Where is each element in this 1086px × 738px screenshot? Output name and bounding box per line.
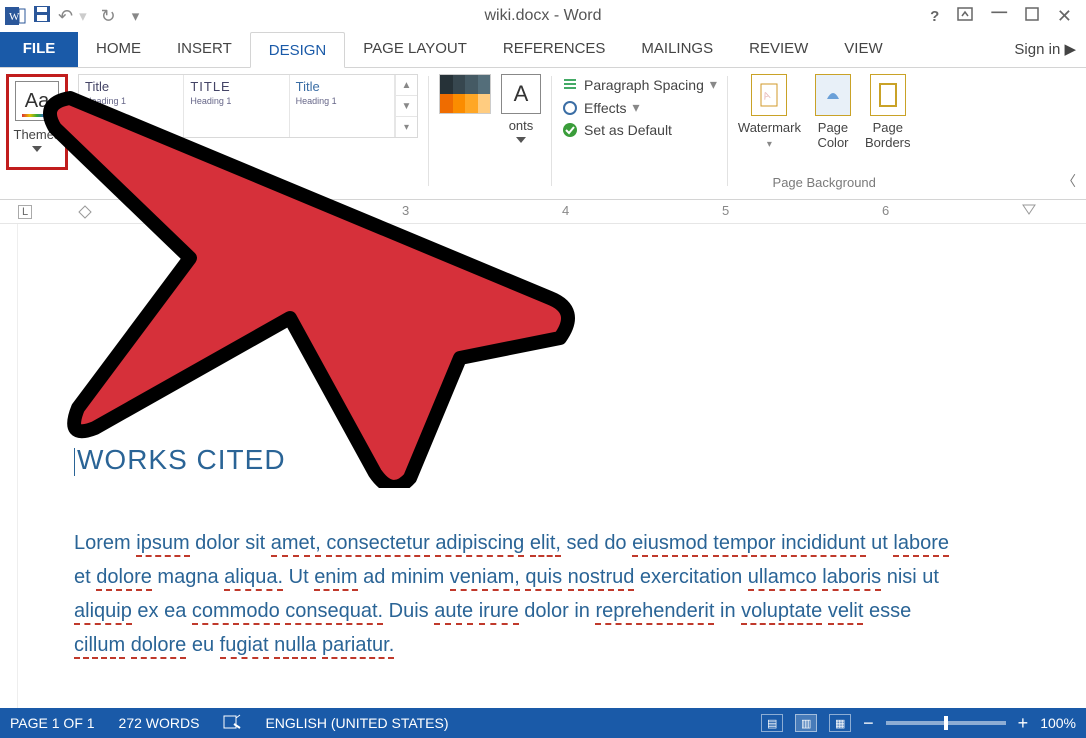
zoom-out-button[interactable]: − [863, 713, 874, 734]
set-as-default-button[interactable]: Set as Default [562, 122, 717, 138]
close-icon[interactable]: ✕ [1057, 6, 1072, 27]
themes-icon: Aa [15, 81, 59, 121]
vertical-ruler[interactable] [0, 224, 18, 708]
fonts-label: onts [509, 118, 534, 133]
document-formatting-label: g [244, 175, 251, 194]
zoom-slider[interactable] [886, 721, 1006, 725]
doc-paragraph[interactable]: Lorem ipsum dolor sit amet, consectetur … [74, 526, 954, 662]
fonts-button[interactable]: A [501, 74, 541, 114]
svg-text:W: W [9, 11, 20, 23]
ribbon-options-icon[interactable] [957, 7, 973, 25]
proofing-icon[interactable] [223, 714, 241, 733]
tab-mailings[interactable]: MAILINGS [623, 31, 731, 67]
tab-file[interactable]: FILE [0, 31, 78, 67]
save-icon[interactable] [32, 4, 52, 28]
gallery-up-icon[interactable]: ▲ [396, 75, 417, 96]
status-bar: PAGE 1 OF 1 272 WORDS ENGLISH (UNITED ST… [0, 708, 1086, 738]
style-card[interactable]: Title Heading 1 [79, 75, 184, 137]
themes-button[interactable]: Aa Themes [6, 74, 68, 170]
right-indent-marker-icon[interactable] [1022, 204, 1036, 218]
read-mode-icon[interactable]: ▤ [761, 714, 783, 732]
redo-icon[interactable]: ↻ [101, 6, 116, 27]
tab-home[interactable]: HOME [78, 31, 159, 67]
ribbon: Aa Themes Title Heading 1 TITLE Heading … [0, 68, 1086, 200]
tab-page-layout[interactable]: PAGE LAYOUT [345, 31, 485, 67]
ribbon-tabs: FILE HOME INSERT DESIGN PAGE LAYOUT REFE… [0, 32, 1086, 68]
style-card[interactable]: Title Heading 1 [290, 75, 395, 137]
tab-selector-icon[interactable]: L [18, 205, 32, 219]
status-word-count[interactable]: 272 WORDS [119, 715, 200, 731]
tab-view[interactable]: VIEW [826, 31, 900, 67]
themes-label: Themes [14, 127, 61, 142]
chevron-down-icon [516, 137, 526, 143]
effects-button[interactable]: Effects▾ [562, 99, 717, 116]
horizontal-ruler[interactable]: L 3 4 5 6 [0, 200, 1086, 224]
gallery-more-icon[interactable]: ▾ [396, 117, 417, 137]
page-color-button[interactable]: Page Color [815, 74, 851, 150]
page-borders-icon [870, 74, 906, 116]
print-layout-icon[interactable]: ▥ [795, 714, 817, 732]
document-page[interactable]: WORKS CITED Lorem ipsum dolor sit amet, … [18, 224, 1086, 708]
sign-in-link[interactable]: Sign in ▶ [1014, 31, 1086, 67]
zoom-level[interactable]: 100% [1040, 715, 1076, 731]
watermark-icon: A [751, 74, 787, 116]
page-borders-button[interactable]: Page Borders [865, 74, 911, 150]
chevron-down-icon [32, 146, 42, 152]
colors-button[interactable] [439, 74, 491, 114]
status-language[interactable]: ENGLISH (UNITED STATES) [265, 715, 448, 731]
word-app-icon: W [4, 5, 26, 27]
watermark-button[interactable]: A Watermark ▾ [738, 74, 801, 150]
tab-references[interactable]: REFERENCES [485, 31, 624, 67]
page-color-icon [815, 74, 851, 116]
titlebar: W ↶ ▾ ↻ ▾ wiki.docx - Word ? ─ ✕ [0, 0, 1086, 32]
tab-insert[interactable]: INSERT [159, 31, 250, 67]
undo-icon[interactable]: ↶ [58, 6, 73, 27]
page-background-group-label: Page Background [773, 175, 876, 194]
zoom-in-button[interactable]: + [1018, 713, 1029, 734]
help-icon[interactable]: ? [930, 8, 939, 25]
tab-review[interactable]: REVIEW [731, 31, 826, 67]
tab-design[interactable]: DESIGN [250, 32, 346, 68]
doc-heading[interactable]: WORKS CITED [74, 444, 1030, 476]
document-formatting-gallery[interactable]: Title Heading 1 TITLE Heading 1 Title He… [78, 74, 418, 138]
maximize-icon[interactable] [1025, 7, 1039, 25]
status-page[interactable]: PAGE 1 OF 1 [10, 715, 95, 731]
web-layout-icon[interactable]: ▦ [829, 714, 851, 732]
document-view[interactable]: WORKS CITED Lorem ipsum dolor sit amet, … [0, 224, 1086, 708]
window-title: wiki.docx - Word [0, 7, 1086, 25]
minimize-icon[interactable]: ─ [991, 0, 1007, 25]
paragraph-spacing-button[interactable]: Paragraph Spacing▾ [562, 76, 717, 93]
gallery-down-icon[interactable]: ▼ [396, 96, 417, 117]
indent-marker-icon[interactable] [78, 204, 92, 220]
style-card[interactable]: TITLE Heading 1 [184, 75, 289, 137]
collapse-ribbon-icon[interactable]: 〈 [1062, 171, 1076, 191]
